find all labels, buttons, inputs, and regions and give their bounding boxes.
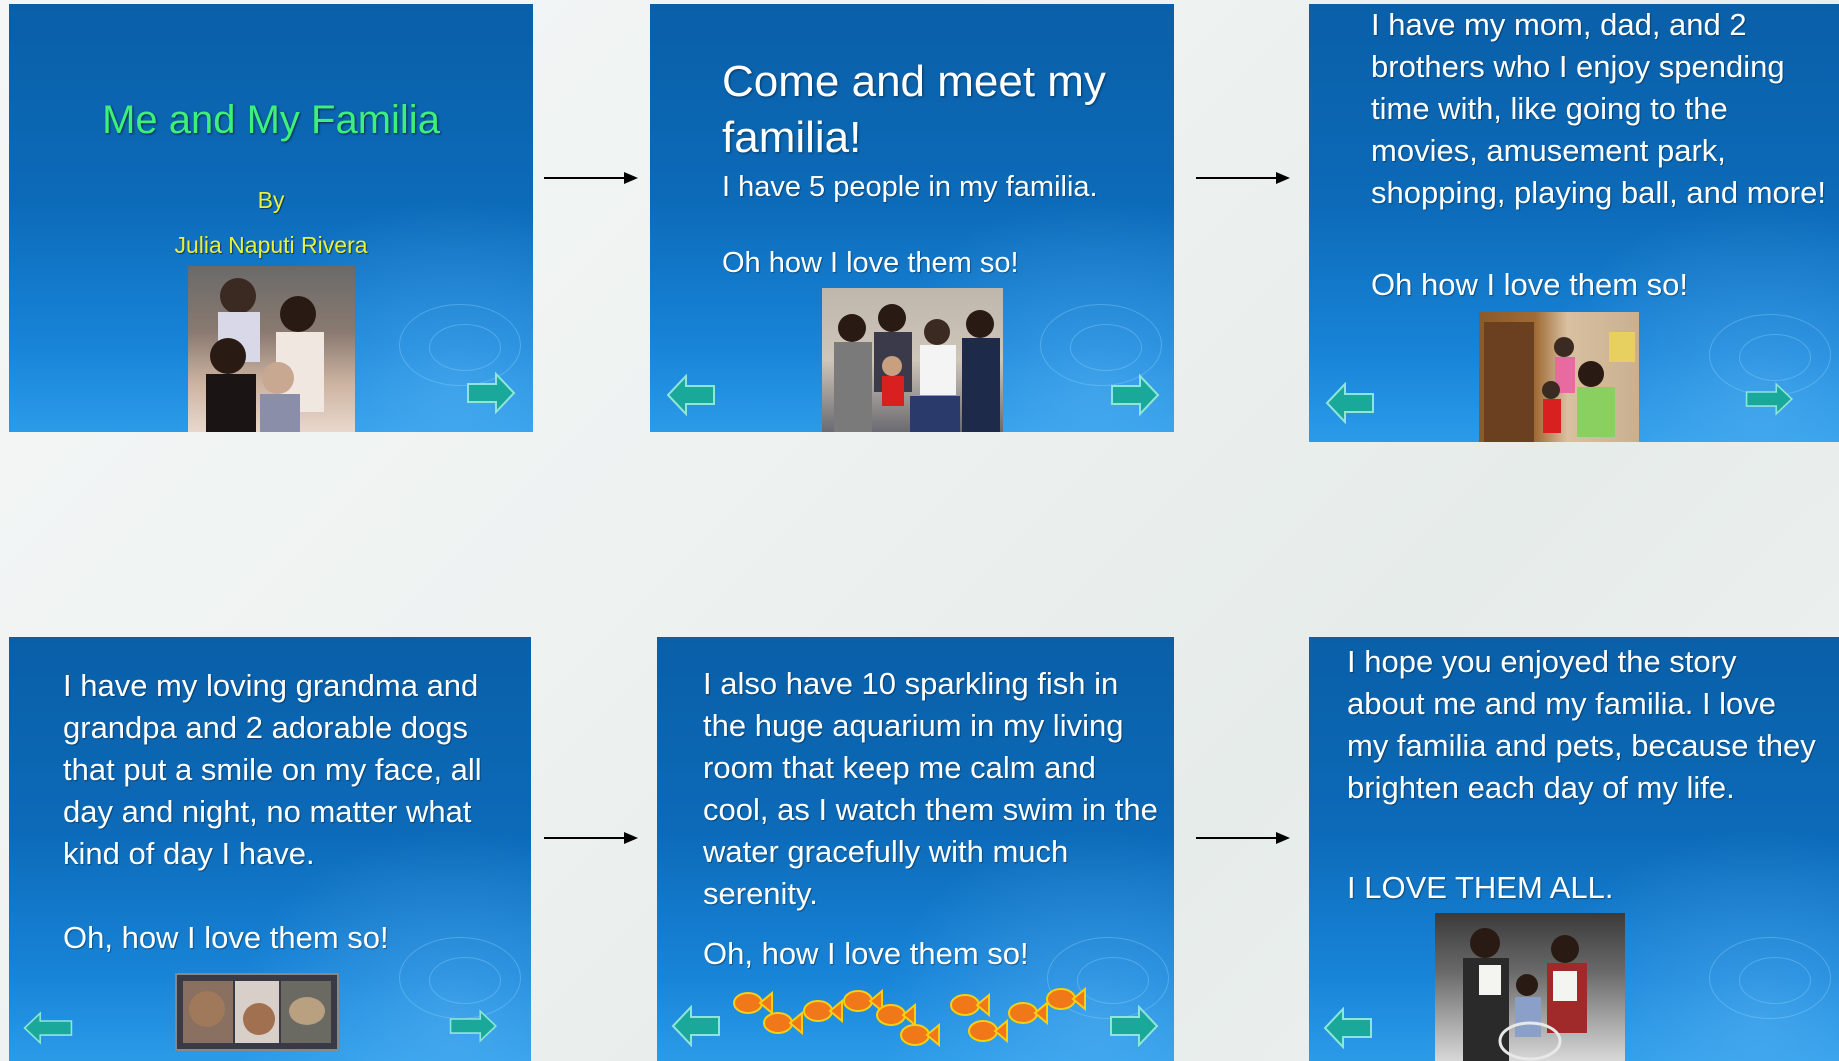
flow-arrow-icon (1196, 172, 1290, 184)
goldfish-icon (900, 1022, 940, 1048)
slide-3: I have my mom, dad, and 2 brothers who I… (1309, 4, 1839, 442)
author-name: Julia Naputi Rivera (174, 232, 368, 258)
goldfish-icon (1008, 1000, 1048, 1026)
by-label: By (257, 187, 285, 213)
slide-text: Oh how I love them so! (722, 247, 1019, 279)
goldfish-icon (1046, 986, 1086, 1012)
goldfish-icon (733, 990, 773, 1016)
family-photo (1479, 312, 1639, 442)
slide-text: I have 5 people in my familia. (722, 171, 1098, 203)
goldfish-icon (968, 1018, 1008, 1044)
family-photo (822, 288, 1003, 432)
left-arrow-icon[interactable] (1325, 382, 1375, 424)
family-photo (1435, 913, 1625, 1061)
slide-text: I hope you enjoyed the story about me an… (1347, 644, 1816, 805)
flow-arrow-icon (1196, 832, 1290, 844)
left-arrow-icon[interactable] (1323, 1007, 1373, 1049)
goldfish-icon (843, 988, 883, 1014)
slide-1: Me and My Familia By Julia Naputi Rivera (9, 4, 533, 432)
left-arrow-icon[interactable] (23, 1007, 73, 1049)
left-arrow-icon[interactable] (671, 1005, 721, 1047)
slide-2: Come and meet my familia! I have 5 peopl… (650, 4, 1174, 432)
goldfish-icon (763, 1010, 803, 1036)
goldfish-icon (950, 992, 990, 1018)
slide-text: Oh, how I love them so! (63, 920, 389, 955)
goldfish-icon (876, 1002, 916, 1028)
right-arrow-icon[interactable] (1745, 378, 1795, 420)
flow-arrow-icon (544, 172, 638, 184)
slide-text: I have my loving grandma and grandpa and… (63, 668, 482, 871)
slide-text: Oh how I love them so! (1371, 267, 1689, 302)
slide-text: I LOVE THEM ALL. (1347, 870, 1614, 905)
grandparents-and-dogs-photo (175, 973, 339, 1051)
right-arrow-icon[interactable] (1109, 1005, 1159, 1047)
slide-4: I have my loving grandma and grandpa and… (9, 637, 531, 1061)
slide-text: I also have 10 sparkling fish in the hug… (703, 666, 1158, 911)
family-photo (188, 266, 355, 432)
right-arrow-icon[interactable] (449, 1005, 499, 1047)
left-arrow-icon[interactable] (666, 374, 716, 416)
slide-title: Come and meet my familia! (722, 57, 1106, 162)
goldfish-icon (803, 998, 843, 1024)
slide-text: I have my mom, dad, and 2 brothers who I… (1371, 7, 1826, 210)
slide-6: I hope you enjoyed the story about me an… (1309, 637, 1839, 1061)
slide-title: Me and My Familia (102, 98, 440, 142)
slide-text: Oh, how I love them so! (703, 936, 1029, 971)
flow-arrow-icon (544, 832, 638, 844)
right-arrow-icon[interactable] (466, 372, 516, 414)
slide-5: I also have 10 sparkling fish in the hug… (657, 637, 1174, 1061)
fish-group (733, 986, 1086, 1048)
right-arrow-icon[interactable] (1110, 374, 1160, 416)
